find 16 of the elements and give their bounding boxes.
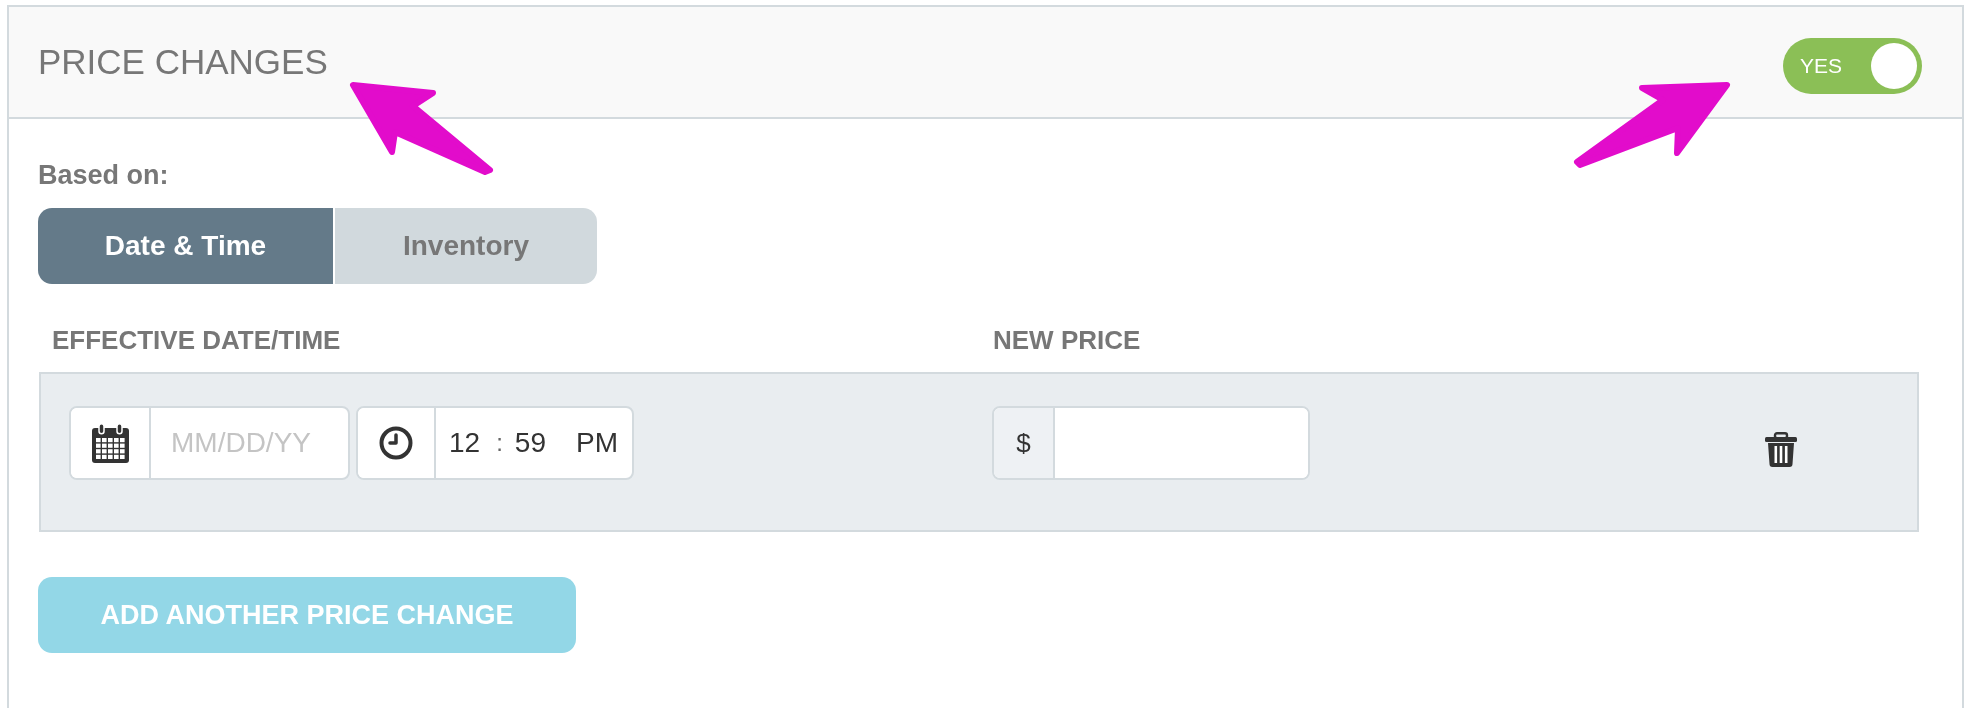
currency-label: $ [994, 408, 1055, 478]
clock-icon [379, 426, 413, 460]
date-field[interactable]: MM/DD/YY [69, 406, 350, 480]
trash-icon [1765, 431, 1797, 467]
based-on-label: Based on: [38, 159, 169, 191]
segment-tab[interactable]: Inventory [335, 208, 597, 284]
column-header: EFFECTIVE DATE/TIME [52, 325, 342, 355]
price-field[interactable]: $ [992, 406, 1310, 480]
calendar-icon [91, 423, 129, 463]
section-title: PRICE CHANGES [38, 42, 328, 82]
column-header: NEW PRICE [993, 325, 1142, 355]
toggle-switch[interactable]: YES [1783, 38, 1922, 94]
segment-tab[interactable]: Date & Time [38, 208, 333, 284]
switch-knob[interactable] [1871, 43, 1917, 89]
time-field[interactable]: 12 : 59 PM [356, 406, 634, 480]
delete-button[interactable] [1765, 431, 1797, 467]
